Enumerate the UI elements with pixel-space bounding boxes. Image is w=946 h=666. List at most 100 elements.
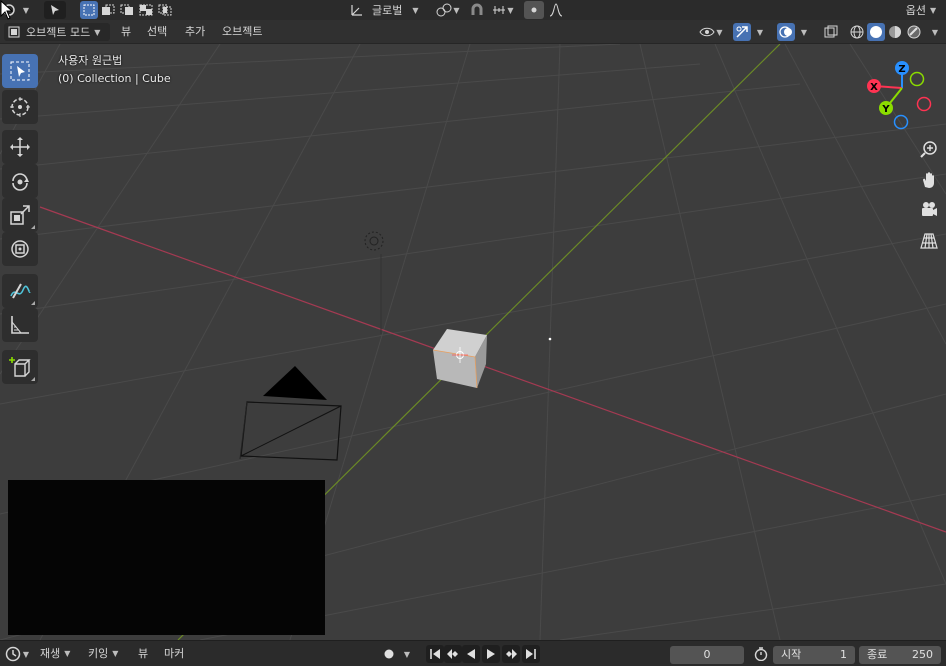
add-cube-icon: [9, 357, 31, 377]
tool-variants-indicator: [31, 225, 35, 229]
measure-icon: [11, 316, 29, 334]
overlays-toggle[interactable]: [777, 23, 795, 41]
select-box-icon: [10, 61, 30, 81]
shading-dropdown[interactable]: ▼: [927, 23, 943, 41]
tool-variants-indicator: [31, 301, 35, 305]
menu-view[interactable]: 뷰: [117, 22, 135, 42]
current-frame-field[interactable]: 0: [670, 646, 744, 664]
tool-annotate[interactable]: [2, 274, 38, 308]
proportional-falloff-dropdown[interactable]: [546, 1, 566, 19]
xray-toggle[interactable]: [822, 23, 840, 41]
jump-end-button[interactable]: [522, 645, 540, 663]
falloff-curve-icon: [549, 3, 563, 17]
navigation-gizmo[interactable]: Z X Y: [862, 58, 942, 138]
play-reverse-button[interactable]: [462, 645, 480, 663]
light-object: [364, 231, 384, 334]
gizmo-dropdown[interactable]: ▼: [753, 23, 767, 41]
gizmo-z-axis[interactable]: Z: [895, 61, 909, 75]
menu-select[interactable]: 선택: [143, 22, 171, 42]
select-tool-button[interactable]: [44, 1, 66, 19]
gizmo-toggle[interactable]: [733, 23, 751, 41]
select-extend-icon: [102, 4, 115, 15]
shading-wireframe-button[interactable]: [848, 23, 866, 41]
play-button[interactable]: [482, 645, 500, 663]
mode-dropdown[interactable]: 오브젝트 모드 ▼: [4, 23, 110, 41]
tool-variants-indicator: [31, 377, 35, 381]
gizmo-neg-z[interactable]: [893, 114, 909, 130]
orientation-label: 글로벌: [372, 4, 403, 17]
camera-object: [239, 366, 342, 461]
pivot-point-dropdown[interactable]: ▼: [434, 1, 462, 19]
gizmo-neg-y[interactable]: [909, 71, 925, 87]
chevron-down-icon: ▼: [453, 5, 460, 15]
chevron-down-icon: ▼: [800, 27, 808, 37]
select-mode-intersect-button[interactable]: [156, 1, 174, 19]
projection-toggle-button[interactable]: [917, 229, 941, 253]
menu-playback[interactable]: 재생 ▼: [36, 644, 74, 664]
timeline-editor-type-button[interactable]: ▼: [2, 645, 32, 663]
jump-start-button[interactable]: [426, 645, 444, 663]
menu-timeline-view[interactable]: 뷰: [134, 644, 152, 664]
transform-icon: [11, 240, 29, 258]
tool-move[interactable]: [2, 130, 38, 164]
chevron-down-icon: ▼: [22, 5, 30, 15]
menu-add[interactable]: 추가: [181, 22, 209, 42]
current-frame-value: 0: [703, 648, 711, 661]
tool-transform[interactable]: [2, 232, 38, 266]
gizmo-icon: [736, 26, 748, 38]
camera-view-button[interactable]: [917, 198, 941, 222]
orientation-icon: [351, 5, 362, 16]
tool-add-cube[interactable]: [2, 350, 38, 384]
3d-viewport[interactable]: [0, 44, 946, 640]
next-keyframe-icon: [506, 649, 517, 659]
keying-set-dropdown[interactable]: ▼: [400, 645, 414, 663]
orientation-dropdown[interactable]: 글로벌 ▼: [348, 1, 426, 19]
auto-keying-toggle[interactable]: [379, 645, 399, 663]
next-keyframe-button[interactable]: [502, 645, 520, 663]
zoom-button[interactable]: [917, 137, 941, 161]
menu-keying[interactable]: 키잉 ▼: [84, 644, 122, 664]
options-dropdown[interactable]: 옵션 ▼: [898, 1, 944, 19]
pan-button[interactable]: [917, 168, 941, 192]
prev-keyframe-button[interactable]: [444, 645, 462, 663]
play-reverse-icon: [467, 649, 475, 659]
tool-rotate[interactable]: [2, 164, 38, 198]
tool-measure[interactable]: [2, 308, 38, 342]
gizmo-y-axis[interactable]: Y: [879, 101, 893, 115]
snap-toggle[interactable]: [468, 1, 486, 19]
preview-range-toggle[interactable]: [752, 645, 770, 663]
snap-target-dropdown[interactable]: ▼: [488, 1, 518, 19]
stopwatch-icon: [754, 647, 768, 661]
top-toolbar: ▼ 글로벌 ▼ ▼ ▼ 옵션 ▼: [0, 0, 946, 20]
select-mode-extend-button[interactable]: [99, 1, 117, 19]
tool-cursor[interactable]: [2, 90, 38, 124]
select-subtract-icon: [120, 4, 133, 15]
tool-select-box[interactable]: [2, 54, 38, 88]
tool-scale[interactable]: [2, 198, 38, 232]
cursor-arrow-icon: [51, 5, 59, 15]
gizmo-neg-x[interactable]: [916, 96, 932, 112]
clock-icon: [5, 646, 21, 662]
chevron-down-icon: ▼: [22, 649, 30, 659]
shading-rendered-button[interactable]: [905, 23, 923, 41]
select-mode-subtract-button[interactable]: [118, 1, 136, 19]
visibility-dropdown[interactable]: ▼: [696, 23, 726, 41]
select-intersect-icon: [158, 4, 172, 16]
wireframe-sphere-icon: [850, 25, 864, 39]
menu-marker[interactable]: 마커: [160, 644, 188, 664]
select-mode-invert-button[interactable]: [137, 1, 155, 19]
proportional-edit-toggle[interactable]: [524, 1, 544, 19]
start-frame-field[interactable]: 시작 1: [773, 646, 855, 664]
cube-object: [432, 329, 487, 389]
overlays-dropdown[interactable]: ▼: [797, 23, 811, 41]
gizmo-x-axis[interactable]: X: [867, 79, 881, 93]
chevron-down-icon: ▼: [930, 5, 937, 15]
chevron-down-icon: ▼: [403, 649, 411, 659]
shading-solid-button[interactable]: [867, 23, 885, 41]
collection-info-label: (0) Collection | Cube: [58, 72, 171, 85]
shading-material-button[interactable]: [886, 23, 904, 41]
start-frame-value: 1: [840, 648, 847, 661]
select-mode-new-button[interactable]: [80, 1, 98, 19]
menu-object[interactable]: 오브젝트: [218, 22, 266, 42]
end-frame-field[interactable]: 종료 250: [859, 646, 941, 664]
